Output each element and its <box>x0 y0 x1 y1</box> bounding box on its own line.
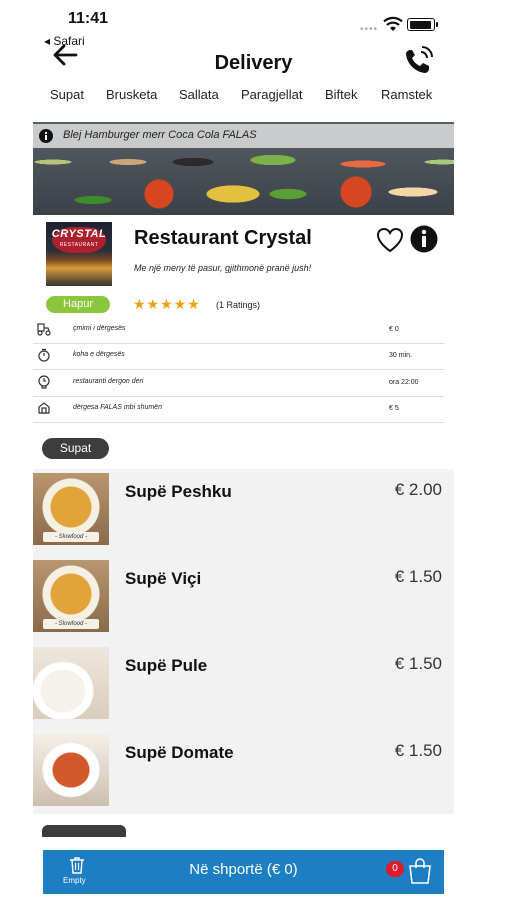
info-label: restauranti dergon deri <box>73 378 144 385</box>
menu-item-name: Supë Domate <box>125 743 234 762</box>
status-time: 11:41 <box>68 10 109 27</box>
shopping-bag-icon[interactable] <box>408 858 432 884</box>
info-row-delivers-until: restauranti dergon deri ora 22:00 <box>33 371 444 397</box>
restaurant-logo: CRYSTAL RESTAURANT <box>46 222 112 286</box>
heart-icon[interactable] <box>375 226 405 254</box>
info-label: koha e dërgesës <box>73 351 125 358</box>
info-value: ora 22:00 <box>389 379 419 386</box>
menu-item-name: Supë Pule <box>125 656 208 675</box>
thumb-label: - Slowfood - <box>43 532 99 542</box>
rating-stars: ★★★★★ <box>133 296 201 312</box>
menu-item-price: € 1.50 <box>394 654 442 673</box>
menu-item-image <box>33 734 109 806</box>
tab-biftek[interactable]: Biftek <box>325 87 358 102</box>
ratings-count: (1 Ratings) <box>216 300 261 310</box>
menu-item-price: € 2.00 <box>394 480 442 499</box>
restaurant-slogan: Me një meny të pasur, gjithmonë pranë ju… <box>134 263 312 273</box>
signal-dots-icon: •••• <box>360 24 379 35</box>
info-value: € 5 <box>389 405 399 412</box>
category-tabs: Supat Brusketa Sallata Paragjellat Bifte… <box>0 87 507 107</box>
tab-brusketa[interactable]: Brusketa <box>106 87 157 102</box>
info-value: 30 min. <box>389 352 412 359</box>
info-label: dërgesa FALAS mbi shumën <box>73 404 162 411</box>
tab-ramstek[interactable]: Ramstek <box>381 87 432 102</box>
menu-item[interactable]: Supë Domate € 1.50 <box>33 730 454 816</box>
menu-item[interactable]: - Slowfood - Supë Peshku € 2.00 <box>33 469 454 555</box>
clock-icon <box>38 375 50 389</box>
info-row-delivery-time: koha e dërgesës 30 min. <box>33 344 444 370</box>
promo-text: Blej Hamburger merr Coca Cola FALAS <box>63 129 257 141</box>
cart-total-label: Në shportë (€ 0) <box>189 861 298 878</box>
wifi-icon <box>383 16 403 31</box>
promo-bar[interactable]: Blej Hamburger merr Coca Cola FALAS <box>33 124 454 148</box>
info-icon[interactable] <box>410 225 438 253</box>
tab-paragjellat[interactable]: Paragjellat <box>241 87 302 102</box>
restaurant-name: Restaurant Crystal <box>134 227 312 249</box>
menu-item[interactable]: - Slowfood - Supë Viçi € 1.50 <box>33 556 454 642</box>
thumb-label: - Slowfood - <box>43 619 99 629</box>
info-small-icon <box>39 129 53 143</box>
logo-subtext: RESTAURANT <box>59 242 99 248</box>
info-row-delivery-cost: çmimi i dërgesës € 0 <box>33 318 444 344</box>
menu-item-image: - Slowfood - <box>33 473 109 545</box>
logo-text: CRYSTAL <box>51 228 107 240</box>
info-label: çmimi i dërgesës <box>73 325 126 332</box>
phone-call-icon[interactable] <box>403 46 435 76</box>
free-delivery-icon <box>38 402 50 414</box>
menu-item[interactable]: Supë Pule € 1.50 <box>33 643 454 729</box>
cart-bar[interactable]: Empty Në shportë (€ 0) 0 <box>43 850 444 894</box>
menu-item-name: Supë Peshku <box>125 482 232 501</box>
stopwatch-icon <box>38 348 50 362</box>
menu-item-image <box>33 647 109 719</box>
cart-count-badge: 0 <box>386 861 404 877</box>
menu-item-name: Supë Viçi <box>125 569 202 588</box>
battery-icon <box>407 18 438 31</box>
info-value: € 0 <box>389 326 399 333</box>
status-badge: Hapur <box>46 296 110 313</box>
delivery-cost-icon <box>37 323 51 336</box>
next-section-pill[interactable] <box>42 825 126 837</box>
section-title-supat[interactable]: Supat <box>42 438 109 459</box>
tab-sallata[interactable]: Sallata <box>179 87 219 102</box>
tab-supat[interactable]: Supat <box>50 87 84 102</box>
menu-item-price: € 1.50 <box>394 741 442 760</box>
info-row-free-delivery: dërgesa FALAS mbi shumën € 5 <box>33 397 444 423</box>
menu-list: - Slowfood - Supë Peshku € 2.00 - Slowfo… <box>33 469 454 814</box>
menu-item-image: - Slowfood - <box>33 560 109 632</box>
menu-item-price: € 1.50 <box>394 567 442 586</box>
